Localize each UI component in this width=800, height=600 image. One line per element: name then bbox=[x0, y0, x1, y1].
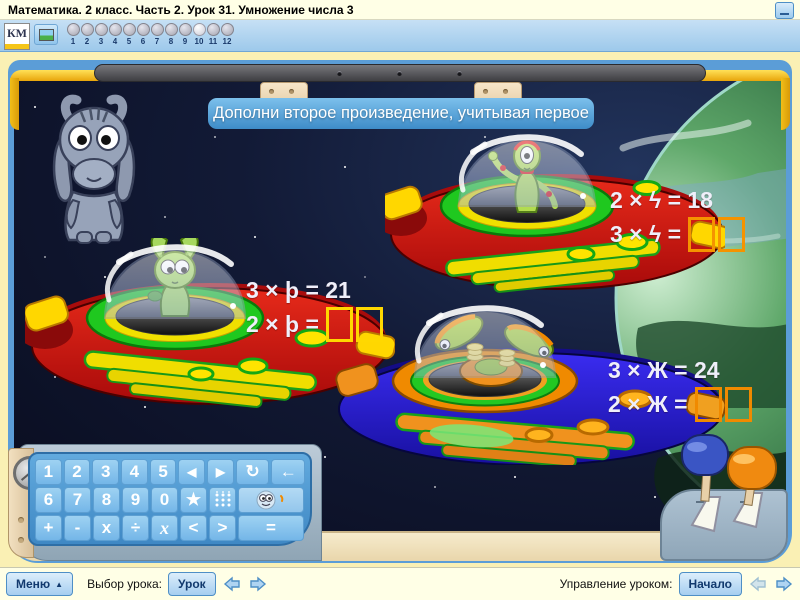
key-minus[interactable]: - bbox=[64, 515, 91, 541]
lesson-next-button[interactable] bbox=[248, 575, 268, 593]
key-3[interactable]: 3 bbox=[92, 459, 120, 485]
slide-button-12[interactable]: 12 bbox=[220, 23, 234, 46]
equation-given: 3 × Ж = 24 bbox=[608, 357, 720, 383]
key-0[interactable]: 0 bbox=[151, 487, 178, 513]
title-bar: Математика. 2 класс. Часть 2. Урок 31. У… bbox=[0, 0, 800, 20]
equation-given: 3 × þ = 21 bbox=[246, 277, 351, 303]
key-4[interactable]: 4 bbox=[121, 459, 148, 485]
slide-button-5[interactable]: 5 bbox=[122, 23, 136, 46]
answer-box[interactable] bbox=[688, 217, 715, 252]
slide-button-2[interactable]: 2 bbox=[80, 23, 94, 46]
blue-lever-knob[interactable] bbox=[681, 434, 729, 476]
key-dots-grid[interactable] bbox=[209, 487, 236, 513]
arrow-left-icon bbox=[749, 576, 766, 592]
key-refresh-icon[interactable]: ↻ bbox=[235, 459, 270, 485]
answer-box[interactable] bbox=[724, 387, 752, 422]
key-6[interactable]: 6 bbox=[35, 487, 62, 513]
slide-button-9[interactable]: 9 bbox=[178, 23, 192, 46]
gold-frame-right bbox=[781, 78, 790, 130]
slide-button-7[interactable]: 7 bbox=[150, 23, 164, 46]
slide-button-6[interactable]: 6 bbox=[136, 23, 150, 46]
lesson-start-button[interactable]: Начало bbox=[678, 572, 742, 596]
control-prev-button[interactable] bbox=[748, 575, 768, 593]
equation-given: 2 × ϟ = 18 bbox=[610, 187, 713, 213]
toolbar: КМ 1 2 3 4 5 6 7 8 9 10 11 12 bbox=[0, 20, 800, 52]
lesson-button[interactable]: Урок bbox=[168, 572, 216, 596]
control-levers bbox=[681, 434, 777, 533]
key-8[interactable]: 8 bbox=[93, 487, 120, 513]
window-title: Математика. 2 класс. Часть 2. Урок 31. У… bbox=[8, 2, 354, 17]
rivet bbox=[457, 71, 462, 76]
problem-bottom-right-ufo: 3 × Ж = 24 2 × Ж = bbox=[608, 354, 752, 422]
key-1[interactable]: 1 bbox=[35, 459, 62, 485]
slide-button-4[interactable]: 4 bbox=[108, 23, 122, 46]
instruction-text: Дополни второе произведение, учитывая пе… bbox=[213, 104, 589, 122]
key-multiply[interactable]: x bbox=[93, 515, 120, 541]
key-2[interactable]: 2 bbox=[63, 459, 91, 485]
answer-box[interactable] bbox=[694, 387, 722, 422]
key-next-icon[interactable]: ▶ bbox=[207, 459, 234, 485]
smiley-face-icon bbox=[256, 490, 284, 510]
picture-icon bbox=[38, 28, 54, 41]
km-logo: КМ bbox=[4, 23, 30, 50]
key-star-icon[interactable]: ★ bbox=[180, 487, 207, 513]
slide-button-3[interactable]: 3 bbox=[94, 23, 108, 46]
answer-box[interactable] bbox=[718, 217, 745, 252]
key-unknown-x[interactable]: x bbox=[151, 515, 178, 541]
key-plus[interactable]: + bbox=[35, 515, 62, 541]
key-less-than[interactable]: < bbox=[180, 515, 207, 541]
arrow-right-icon bbox=[776, 576, 793, 592]
key-backspace-icon[interactable]: ← bbox=[271, 459, 305, 485]
key-greater-than[interactable]: > bbox=[209, 515, 236, 541]
slide-navigator: 1 2 3 4 5 6 7 8 9 10 11 12 bbox=[66, 23, 234, 46]
problem-left-ufo: 3 × þ = 21 2 × þ = bbox=[246, 274, 383, 342]
instruction-banner: Дополни второе произведение, учитывая пе… bbox=[208, 98, 594, 129]
key-9[interactable]: 9 bbox=[122, 487, 149, 513]
numeric-keypad: 1 2 3 4 5 ◀ ▶ ↻ ← 6 7 8 9 0 ★ + - x ÷ x … bbox=[28, 452, 312, 546]
slide-button-1[interactable]: 1 bbox=[66, 23, 80, 46]
rivet bbox=[337, 71, 342, 76]
arrow-right-icon bbox=[250, 576, 266, 592]
key-7[interactable]: 7 bbox=[64, 487, 91, 513]
problem-top-right-ufo: 2 × ϟ = 18 3 × ϟ = bbox=[610, 184, 745, 252]
lesson-select-label: Выбор урока: bbox=[87, 577, 163, 591]
arrow-left-icon bbox=[223, 576, 240, 592]
mascot-alien bbox=[52, 94, 136, 244]
app-window: Математика. 2 класс. Часть 2. Урок 31. У… bbox=[0, 0, 800, 600]
answer-box[interactable] bbox=[325, 307, 353, 342]
answer-box[interactable] bbox=[355, 307, 383, 342]
slide-button-11[interactable]: 11 bbox=[206, 23, 220, 46]
equation-to-complete: 3 × ϟ = bbox=[610, 221, 681, 247]
minimize-icon bbox=[780, 13, 789, 15]
key-equals[interactable]: = bbox=[238, 515, 304, 541]
menu-button[interactable]: Меню ▲ bbox=[6, 572, 74, 596]
slide-button-8[interactable]: 8 bbox=[164, 23, 178, 46]
lesson-prev-button[interactable] bbox=[222, 575, 242, 593]
bottom-control-bar: Меню ▲ Выбор урока: Урок Управление урок… bbox=[0, 567, 800, 600]
dots-grid-icon bbox=[215, 491, 230, 507]
slide-button-10[interactable]: 10 bbox=[192, 23, 206, 46]
key-smiley[interactable] bbox=[238, 487, 304, 513]
key-5[interactable]: 5 bbox=[149, 459, 177, 485]
rivet bbox=[397, 71, 402, 76]
control-next-button[interactable] bbox=[774, 575, 794, 593]
lesson-control-label: Управление уроком: bbox=[559, 577, 673, 591]
equation-to-complete: 2 × Ж = bbox=[608, 391, 688, 417]
key-prev-icon[interactable]: ◀ bbox=[178, 459, 206, 485]
minimize-button[interactable] bbox=[775, 2, 794, 19]
menu-up-arrow-icon: ▲ bbox=[55, 579, 64, 589]
key-divide[interactable]: ÷ bbox=[122, 515, 149, 541]
equation-to-complete: 2 × þ = bbox=[246, 311, 319, 337]
gold-frame-left bbox=[10, 78, 19, 130]
lesson-stage: Дополни второе произведение, учитывая пе… bbox=[8, 60, 792, 563]
top-beam bbox=[94, 64, 706, 82]
orange-lever-knob[interactable] bbox=[727, 446, 777, 490]
picture-button[interactable] bbox=[34, 24, 58, 45]
